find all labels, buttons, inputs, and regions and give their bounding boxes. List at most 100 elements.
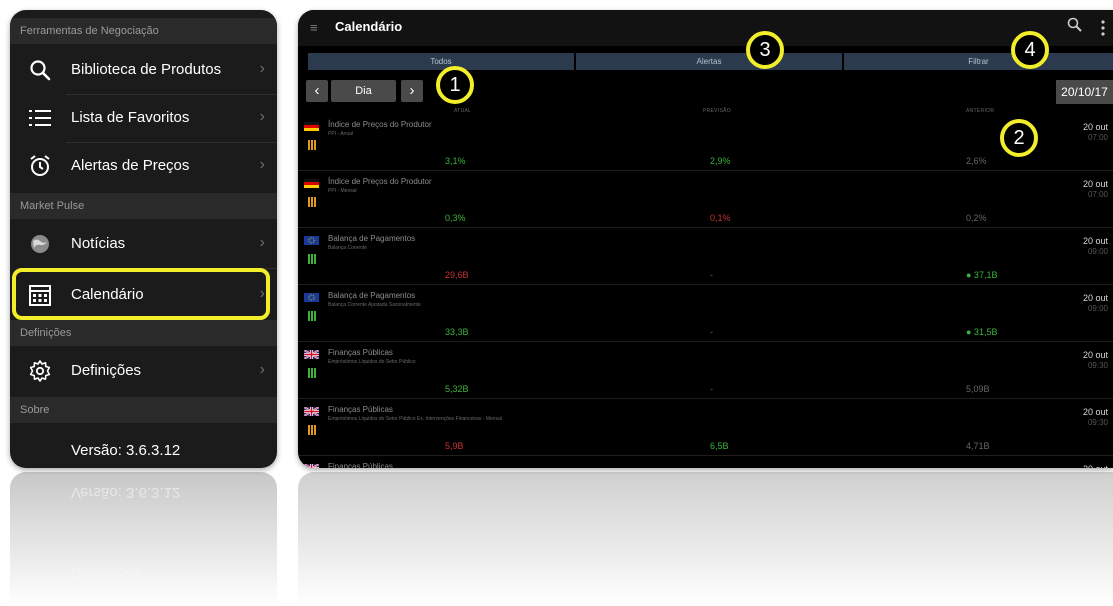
reflection-settings: Definições [71,564,142,581]
column-header-forecast: PREVISÃO [703,108,731,114]
previous-value: 2,6% [966,156,987,166]
callout-1: 1 [436,66,474,104]
country-flag-icon [304,407,319,416]
country-flag-icon [304,464,319,468]
country-flag-icon [304,293,319,302]
tab-all[interactable]: Todos [308,53,574,70]
section-header-settings: Definições [10,320,277,346]
country-flag-icon [304,179,319,188]
reflection-left: Versão: 3.6.3.12 Definições [10,472,277,606]
menu-icon[interactable]: ≡ [310,20,318,35]
page-title: Calendário [335,19,403,34]
calendar-highlight-box [12,268,270,320]
section-header-market-pulse: Market Pulse [10,193,277,219]
menu-item-news[interactable]: Notícias › [10,220,277,268]
callout-2: 2 [1000,119,1038,157]
previous-period-button[interactable]: ‹ [306,80,328,102]
event-row[interactable]: Finanças Públicas Empréstimos Líquidos do… [298,401,1113,456]
event-date: 20 out [1082,236,1108,246]
menu-item-label: Alertas de Preços [71,157,190,174]
search-icon[interactable] [1066,16,1084,34]
event-subtitle: PPI - Anual [328,131,354,137]
section-header-about: Sobre [10,397,277,423]
impact-indicator [308,422,318,435]
event-title: Finanças Públicas [328,405,393,414]
reflection-version: Versão: 3.6.3.12 [71,484,181,501]
more-vertical-icon[interactable] [1101,19,1105,37]
event-date: 20 out [1082,122,1108,132]
actual-value: 3,1% [445,156,466,166]
navigation-menu: Ferramentas de Negociação Biblioteca de … [10,10,277,468]
chevron-right-icon: › [259,60,265,77]
gear-icon [29,360,51,382]
app-bar: ≡ Calendário [298,10,1113,46]
event-title: Finanças Públicas [328,348,393,357]
event-row[interactable]: Índice de Preços do Produtor PPI - Mensal… [298,173,1113,228]
event-row[interactable]: Balança de Pagamentos Balança Corrente 29,… [298,230,1113,285]
previous-value: 0,2% [966,213,987,223]
period-selector[interactable]: Dia [331,80,396,102]
forecast-value: 2,9% [710,156,731,166]
impact-indicator [308,251,318,264]
actual-value: 5,9B [445,441,464,451]
event-time: 07:00 [1087,133,1108,142]
alarm-clock-icon [30,155,50,176]
event-row[interactable]: Índice de Preços do Produtor PPI - Anual 3… [298,116,1113,171]
event-subtitle: Empréstimos Líquidos do Setor Público Ex… [328,416,502,422]
event-subtitle: Empréstimos Líquidos do Setor Público [328,359,416,365]
event-title: Balança de Pagamentos [328,234,416,243]
tab-filter[interactable]: Filtrar [844,53,1113,70]
actual-value: 29,6B [445,270,469,280]
impact-indicator [308,194,318,207]
event-date: 20 out [1083,464,1108,468]
event-time: 09:00 [1087,304,1108,313]
event-subtitle: PPI - Mensal [328,188,357,194]
previous-value: ● 31,5B [966,327,998,337]
chevron-right-icon: › [259,361,265,378]
menu-item-label: Notícias [71,235,126,252]
forecast-value: - [710,384,713,394]
column-header-previous: ANTERIOR [966,108,995,114]
event-time: 09:30 [1087,361,1108,370]
previous-value: ● 37,1B [966,270,998,280]
forecast-value: - [710,270,713,280]
chevron-right-icon: › [259,234,265,251]
event-time: 09:00 [1087,247,1108,256]
app-version: Versão: 3.6.3.12 [71,442,181,459]
calendar-screen: ≡ Calendário Todos Alertas Filtrar ‹ Dia… [298,10,1113,468]
tab-alerts[interactable]: Alertas [576,53,842,70]
event-title: Finanças Públicas [328,462,393,468]
menu-item-label: Lista de Favoritos [71,109,190,126]
event-title: Índice de Preços do Produtor [328,120,432,129]
forecast-value: 0,1% [710,213,731,223]
menu-item-price-alerts[interactable]: Alertas de Preços › [10,142,277,190]
section-header-trading-tools: Ferramentas de Negociação [10,18,277,44]
globe-icon [31,235,49,253]
next-period-button[interactable]: › [401,80,423,102]
callout-3: 3 [746,31,784,69]
column-header-actual: ATUAL [454,108,472,114]
chevron-right-icon: › [259,156,265,173]
actual-value: 5,32B [445,384,469,394]
menu-item-settings[interactable]: Definições › [10,347,277,395]
event-row[interactable]: Balança de Pagamentos Balança Corrente Aj… [298,287,1113,342]
actual-value: 0,3% [445,213,466,223]
reflection-right [298,472,1113,606]
country-flag-icon [304,236,319,245]
country-flag-icon [304,122,319,131]
date-picker-button[interactable]: 20/10/17 [1056,80,1113,104]
event-title: Índice de Preços do Produtor [328,177,432,186]
menu-item-product-library[interactable]: Biblioteca de Produtos › [10,46,277,94]
event-row[interactable]: Finanças Públicas Empréstimos Líquidos do… [298,344,1113,399]
actual-value: 33,3B [445,327,469,337]
event-subtitle: Balança Corrente Ajustada Sazonalmente [328,302,421,308]
chevron-right-icon: › [259,108,265,125]
event-time: 07:00 [1087,190,1108,199]
event-date: 20 out [1082,350,1108,360]
search-icon [30,60,51,81]
forecast-value: - [710,327,713,337]
event-row[interactable]: Finanças Públicas 20 out [298,458,1113,468]
impact-indicator [308,308,318,321]
previous-value: 4,71B [966,441,990,451]
menu-item-favorites[interactable]: Lista de Favoritos › [10,94,277,142]
